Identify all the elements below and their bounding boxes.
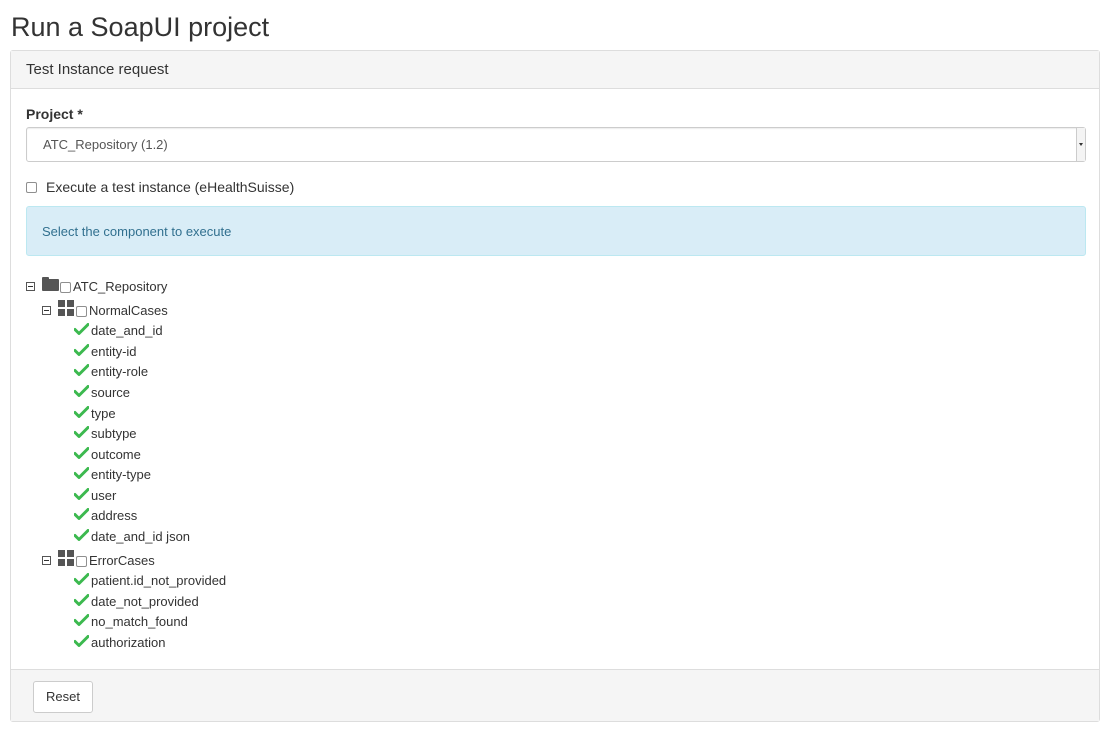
- tree-leaf[interactable]: date_not_provided: [74, 593, 199, 609]
- tree-leaf[interactable]: entity-id: [74, 343, 137, 359]
- panel-footer: Reset: [11, 669, 1099, 721]
- check-icon: [74, 613, 89, 626]
- tree-node-label: ATC_Repository: [73, 279, 168, 294]
- tree-leaf-label: subtype: [91, 426, 137, 441]
- tree-leaf[interactable]: no_match_found: [74, 613, 188, 629]
- check-icon: [74, 466, 89, 479]
- grid-icon: [58, 299, 74, 316]
- tree-leaf-label: address: [91, 508, 138, 523]
- tree-leaf[interactable]: user: [74, 487, 117, 503]
- tree-leaf-label: type: [91, 406, 116, 421]
- tree-leaf[interactable]: patient.id_not_provided: [74, 572, 227, 588]
- tree-leaf-label: date_and_id json: [91, 529, 191, 544]
- info-alert: Select the component to execute: [26, 206, 1086, 256]
- tree-node-suite-errorcases: ErrorCases: [42, 549, 155, 568]
- collapse-toggle-icon[interactable]: [26, 282, 35, 291]
- check-icon: [74, 384, 89, 397]
- check-icon: [74, 593, 89, 606]
- tree-leaf-label: entity-role: [91, 364, 149, 379]
- tree-leaf-label: entity-type: [91, 467, 151, 482]
- check-icon: [74, 322, 89, 335]
- test-instance-panel: Test Instance request Project * ATC_Repo…: [10, 50, 1100, 722]
- tree-node-label: NormalCases: [89, 303, 168, 318]
- execute-test-instance-option[interactable]: Execute a test instance (eHealthSuisse): [26, 179, 294, 195]
- check-icon: [74, 405, 89, 418]
- tree-leaf-label: user: [91, 488, 117, 503]
- project-select[interactable]: ATC_Repository (1.2): [26, 127, 1086, 162]
- tree-leaf[interactable]: source: [74, 384, 131, 400]
- check-icon: [74, 572, 89, 585]
- tree-node-root: ATC_Repository: [26, 276, 168, 294]
- project-label: Project *: [26, 106, 83, 122]
- check-icon: [74, 363, 89, 376]
- tree-leaf-label: patient.id_not_provided: [91, 573, 227, 588]
- check-icon: [74, 446, 89, 459]
- check-icon: [74, 343, 89, 356]
- check-icon: [74, 487, 89, 500]
- tree-leaf-label: no_match_found: [91, 614, 188, 629]
- caret-down-icon[interactable]: [1076, 128, 1085, 161]
- execute-test-instance-checkbox[interactable]: [26, 181, 37, 193]
- grid-icon: [58, 549, 74, 566]
- collapse-toggle-icon[interactable]: [42, 306, 51, 315]
- tree-leaf-label: date_and_id: [91, 323, 163, 338]
- tree-node-suite-normalcases: NormalCases: [42, 299, 168, 318]
- page-title: Run a SoapUI project: [11, 12, 270, 42]
- tree-leaf[interactable]: entity-role: [74, 363, 149, 379]
- collapse-toggle-icon[interactable]: [42, 556, 51, 565]
- tree-leaf[interactable]: type: [74, 405, 116, 421]
- tree-leaf[interactable]: outcome: [74, 446, 141, 462]
- check-icon: [74, 528, 89, 541]
- tree-checkbox-suite[interactable]: [76, 555, 87, 567]
- reset-button[interactable]: Reset: [33, 681, 93, 713]
- tree-leaf[interactable]: address: [74, 507, 138, 523]
- tree-leaf-label: source: [91, 385, 131, 400]
- tree-leaf[interactable]: authorization: [74, 634, 166, 650]
- tree-node-label: ErrorCases: [89, 553, 155, 568]
- tree-leaf-label: authorization: [91, 635, 166, 650]
- panel-heading: Test Instance request: [11, 51, 1099, 89]
- tree-checkbox-suite[interactable]: [76, 305, 87, 317]
- execute-test-instance-label: Execute a test instance (eHealthSuisse): [46, 179, 295, 195]
- project-select-value: ATC_Repository (1.2): [43, 137, 168, 152]
- tree-leaf-label: entity-id: [91, 344, 137, 359]
- tree-leaf[interactable]: entity-type: [74, 466, 151, 482]
- tree-leaf-label: date_not_provided: [91, 594, 199, 609]
- tree-leaf[interactable]: date_and_id: [74, 322, 163, 338]
- check-icon: [74, 425, 89, 438]
- tree-leaf[interactable]: subtype: [74, 425, 137, 441]
- check-icon: [74, 634, 89, 647]
- tree-leaf-label: outcome: [91, 447, 141, 462]
- tree-leaf[interactable]: date_and_id json: [74, 528, 191, 544]
- check-icon: [74, 507, 89, 520]
- tree-checkbox-root[interactable]: [60, 281, 71, 293]
- folder-icon: [42, 276, 59, 291]
